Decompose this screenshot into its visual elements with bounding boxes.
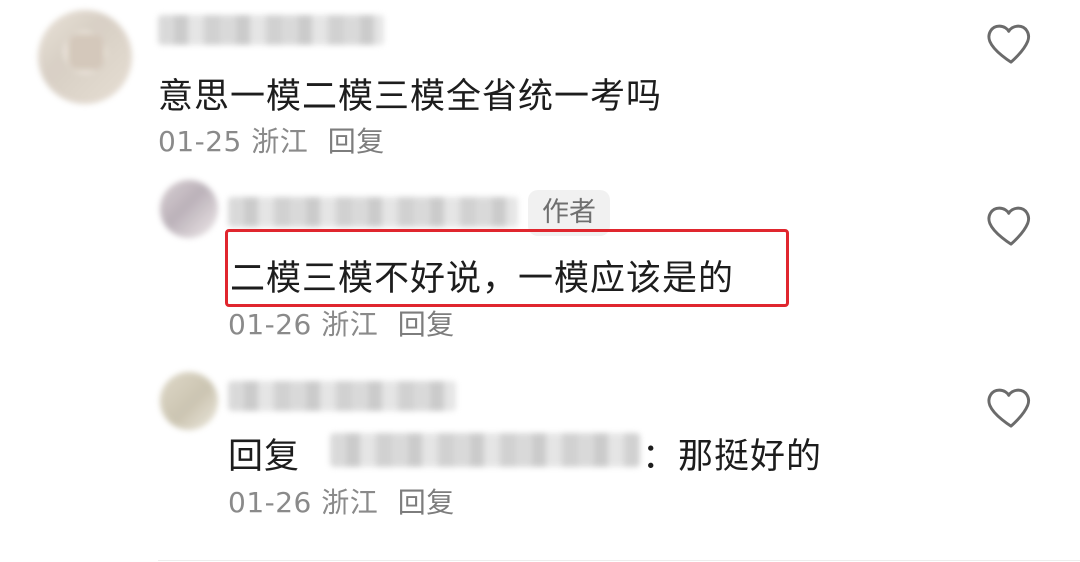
reply-location: 浙江 bbox=[321, 486, 379, 519]
reply-date: 01-26 bbox=[228, 308, 312, 341]
reply-button[interactable]: 回复 bbox=[398, 486, 455, 519]
highlight-box bbox=[225, 229, 789, 307]
commenter-avatar[interactable] bbox=[38, 10, 132, 104]
reply-button[interactable]: 回复 bbox=[328, 125, 385, 158]
comment-thread: 意思一模二模三模全省统一考吗 01-25 浙江 回复 作者 二模三模不好说，一模… bbox=[0, 0, 1080, 562]
reply-text: ：那挺好的 bbox=[642, 437, 823, 477]
replier-name-redacted[interactable] bbox=[228, 381, 456, 411]
comment-text: 意思一模二模三模全省统一考吗 bbox=[158, 77, 663, 117]
reply-to-prefix: 回复 bbox=[228, 437, 301, 477]
divider bbox=[158, 560, 1080, 561]
author-name-redacted[interactable] bbox=[228, 197, 518, 227]
mentioned-user-redacted[interactable] bbox=[330, 433, 640, 467]
reply-meta: 01-26 浙江 回复 bbox=[228, 303, 455, 343]
replier-avatar[interactable] bbox=[160, 372, 218, 430]
comment-location: 浙江 bbox=[251, 125, 309, 158]
author-avatar[interactable] bbox=[160, 180, 218, 238]
commenter-name-redacted[interactable] bbox=[158, 15, 384, 45]
reply-date: 01-26 bbox=[228, 486, 312, 519]
comment-date: 01-25 bbox=[158, 125, 242, 158]
reply-meta: 01-26 浙江 回复 bbox=[228, 481, 455, 521]
comment-meta: 01-25 浙江 回复 bbox=[158, 120, 385, 160]
heart-outline-icon[interactable] bbox=[984, 16, 1038, 70]
reply-button[interactable]: 回复 bbox=[398, 308, 455, 341]
reply-location: 浙江 bbox=[321, 308, 379, 341]
heart-outline-icon[interactable] bbox=[984, 198, 1038, 252]
heart-outline-icon[interactable] bbox=[984, 380, 1038, 434]
